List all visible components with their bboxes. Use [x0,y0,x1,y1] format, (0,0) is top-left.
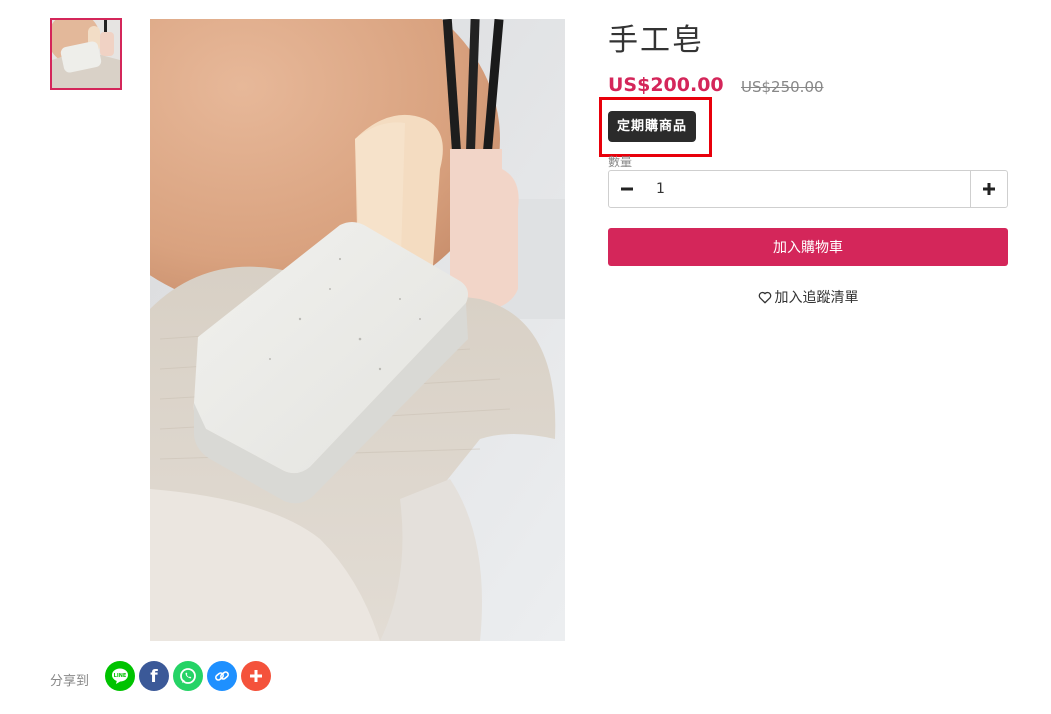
quantity-stepper [608,170,1008,208]
add-to-cart-button[interactable]: 加入購物車 [608,228,1008,266]
thumbnail-image [52,20,120,88]
copy-link-share-button[interactable] [207,661,237,691]
product-title: 手工皂 [608,23,704,58]
quantity-label: 數量 [608,155,633,169]
line-share-button[interactable]: LINE [105,661,135,691]
minus-icon [621,187,633,191]
more-share-button[interactable] [241,661,271,691]
svg-text:f: f [150,667,158,685]
heart-icon [758,291,771,304]
add-to-wishlist-button[interactable]: 加入追蹤清單 [608,287,1008,307]
copy-link-icon [215,671,229,681]
wishlist-label: 加入追蹤清單 [774,290,859,306]
more-share-icon [250,670,262,682]
facebook-share-button[interactable]: f [139,661,169,691]
quantity-decrease-button[interactable] [609,171,645,207]
product-price: US$200.00 [608,74,724,96]
line-icon: LINE [112,668,128,684]
product-main-image [150,19,565,641]
original-price: US$250.00 [741,78,824,96]
plus-icon [983,183,995,195]
whatsapp-share-button[interactable] [173,661,203,691]
quantity-input[interactable] [645,171,970,207]
share-label: 分享到 [50,674,90,689]
svg-text:LINE: LINE [114,673,127,679]
facebook-icon: f [150,667,158,685]
whatsapp-icon [180,668,196,684]
subscription-badge: 定期購商品 [608,111,697,142]
quantity-increase-button[interactable] [970,171,1007,207]
product-thumbnail[interactable] [50,18,122,90]
share-icons: LINE f [105,661,271,691]
